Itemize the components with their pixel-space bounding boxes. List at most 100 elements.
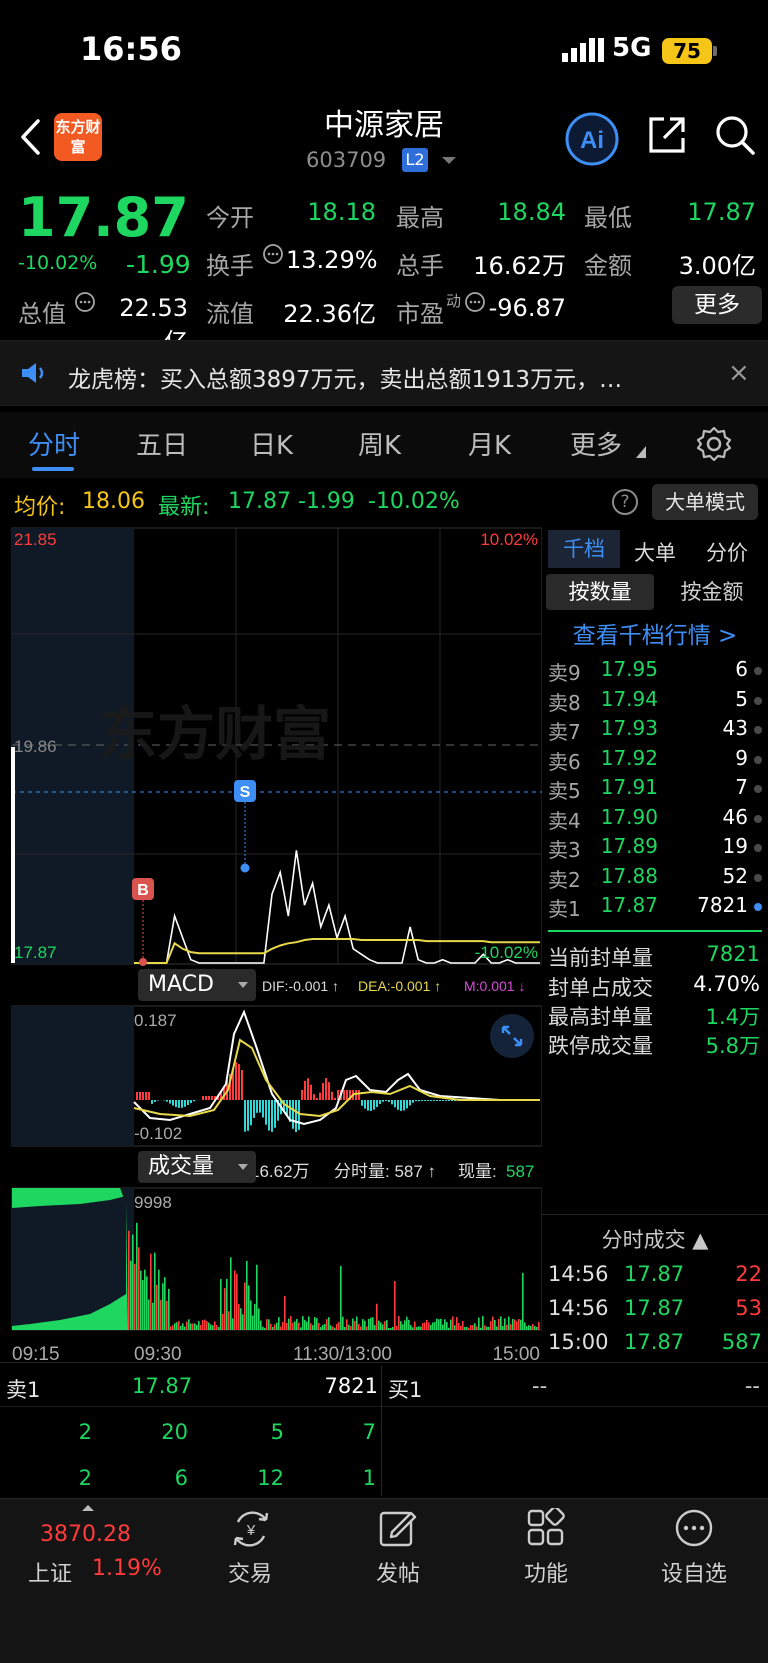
nav-watchlist[interactable]: 设自选	[644, 1556, 744, 1588]
index-value[interactable]: 3870.28	[40, 1522, 131, 1547]
close-icon[interactable]: ×	[728, 358, 750, 388]
volume-bar	[454, 1325, 456, 1330]
volume-bar	[220, 1278, 222, 1330]
macd-bar	[184, 1100, 186, 1107]
big-order-mode-button[interactable]: 大单模式	[652, 484, 758, 520]
volume-bar	[434, 1322, 436, 1330]
by-quantity-button[interactable]: 按数量	[546, 574, 654, 610]
volume-bar	[288, 1318, 290, 1330]
ask-row[interactable]: 卖6 17.92 9	[548, 746, 762, 775]
book-buy-label: 买1	[388, 1378, 423, 1402]
tab-qiandang[interactable]: 千档	[548, 530, 620, 568]
volume-bar	[150, 1253, 152, 1330]
volume-bar	[388, 1327, 390, 1330]
ask-row[interactable]: 卖9 17.95 6	[548, 657, 762, 686]
ask-row[interactable]: 卖5 17.91 7	[548, 775, 762, 804]
tab-five-day[interactable]: 五日	[136, 425, 188, 462]
volume-bar	[246, 1260, 248, 1330]
view-qiandang-link[interactable]: 查看千档行情 >	[548, 616, 762, 650]
info-icon[interactable]	[74, 291, 96, 313]
macd-bar	[304, 1080, 306, 1100]
macd-bar	[415, 1100, 417, 1102]
info-icon[interactable]	[262, 243, 284, 265]
macd-bar	[343, 1090, 345, 1100]
stock-code[interactable]: 603709	[306, 148, 386, 172]
ask-row[interactable]: 卖2 17.88 52	[548, 864, 762, 893]
volume-bar	[376, 1303, 378, 1330]
ask-row[interactable]: 卖7 17.93 43	[548, 716, 762, 745]
top-price-label: 21.85	[14, 530, 57, 549]
more-button[interactable]: 更多	[672, 286, 762, 324]
macd-dea: DEA:-0.001 ↑	[358, 978, 441, 994]
buy-marker-label: B	[137, 882, 149, 899]
volume-bar	[298, 1322, 300, 1330]
volume-bar	[342, 1316, 344, 1330]
volume-indicator-select[interactable]: 成交量	[138, 1151, 256, 1183]
index-name[interactable]: 上证	[28, 1556, 72, 1588]
volume-bar	[446, 1322, 448, 1330]
search-icon[interactable]	[714, 114, 756, 156]
volume-bar	[512, 1318, 514, 1330]
by-amount-button[interactable]: 按金额	[662, 574, 762, 610]
ask-row[interactable]: 卖4 17.90 46	[548, 805, 762, 834]
volume-bar	[242, 1314, 244, 1330]
tab-daily-k[interactable]: 日K	[250, 425, 293, 462]
level2-badge[interactable]: L2	[402, 148, 428, 172]
help-icon[interactable]: ?	[612, 489, 638, 515]
tab-intraday[interactable]: 分时	[28, 425, 80, 462]
intraday-chart[interactable]: 东方财富 B S 21.85 10.02% 19.86 17.87 -10.02…	[0, 524, 542, 1364]
macd-bar	[367, 1100, 369, 1111]
volume-bar	[202, 1320, 204, 1330]
nav-trade[interactable]: 交易	[200, 1556, 300, 1588]
volume-bar	[186, 1321, 188, 1330]
macd-bar	[190, 1100, 192, 1104]
volume-bar	[494, 1320, 496, 1330]
volume-bar	[292, 1322, 294, 1330]
amount-value: 3.00亿	[678, 252, 756, 280]
volume-bar	[294, 1321, 296, 1330]
edit-icon[interactable]	[378, 1508, 418, 1548]
ask-row[interactable]: 卖3 17.89 19	[548, 834, 762, 863]
index-percent[interactable]: 1.19%	[92, 1556, 162, 1581]
gear-icon[interactable]	[696, 426, 732, 462]
ask-row[interactable]: 卖1 17.87 7821	[548, 893, 762, 922]
volume-bar	[250, 1300, 252, 1330]
ask-price: 17.88	[600, 863, 658, 888]
volume-bar	[176, 1322, 178, 1330]
tab-price-dist[interactable]: 分价	[706, 537, 748, 567]
volume-bar	[408, 1319, 410, 1330]
notice-text[interactable]: 龙虎榜：买入总额3897万元，卖出总额1913万元，…	[68, 360, 688, 394]
volume-bar	[420, 1326, 422, 1330]
macd-bar	[334, 1097, 336, 1100]
nav-post[interactable]: 发帖	[348, 1556, 448, 1588]
trade-icon[interactable]: ¥	[230, 1508, 272, 1550]
network-label: 5G	[612, 33, 652, 63]
share-icon[interactable]	[646, 114, 688, 156]
volume-bar	[470, 1325, 472, 1330]
volume-bar	[524, 1322, 526, 1330]
volume-bar	[204, 1319, 206, 1330]
macd-bar	[166, 1100, 168, 1102]
macd-indicator-select[interactable]: MACD	[138, 969, 256, 1001]
chevron-up-icon[interactable]	[82, 1505, 94, 1511]
ticks-title[interactable]: 分时成交 ▲	[542, 1224, 768, 1254]
tab-monthly-k[interactable]: 月K	[468, 425, 511, 462]
volume-bar	[276, 1322, 278, 1330]
ask-row[interactable]: 卖8 17.94 5	[548, 687, 762, 716]
volume-bar	[456, 1317, 458, 1330]
tab-weekly-k[interactable]: 周K	[358, 425, 401, 462]
volume-bar	[146, 1276, 148, 1330]
volume-bar	[460, 1325, 462, 1330]
more-dots-icon[interactable]	[674, 1508, 714, 1548]
apps-icon[interactable]	[526, 1508, 566, 1548]
book-row-divider	[0, 1406, 768, 1407]
ai-assistant-icon[interactable]: Ai	[564, 111, 620, 167]
nav-functions[interactable]: 功能	[496, 1556, 596, 1588]
volume-bar	[308, 1316, 310, 1330]
ask-volume: 43	[722, 716, 748, 740]
macd-bar	[265, 1100, 267, 1125]
tab-big-order[interactable]: 大单	[634, 537, 676, 567]
chevron-down-icon[interactable]	[442, 157, 456, 164]
tab-more[interactable]: 更多	[570, 425, 622, 462]
volume-bar	[136, 1222, 138, 1330]
